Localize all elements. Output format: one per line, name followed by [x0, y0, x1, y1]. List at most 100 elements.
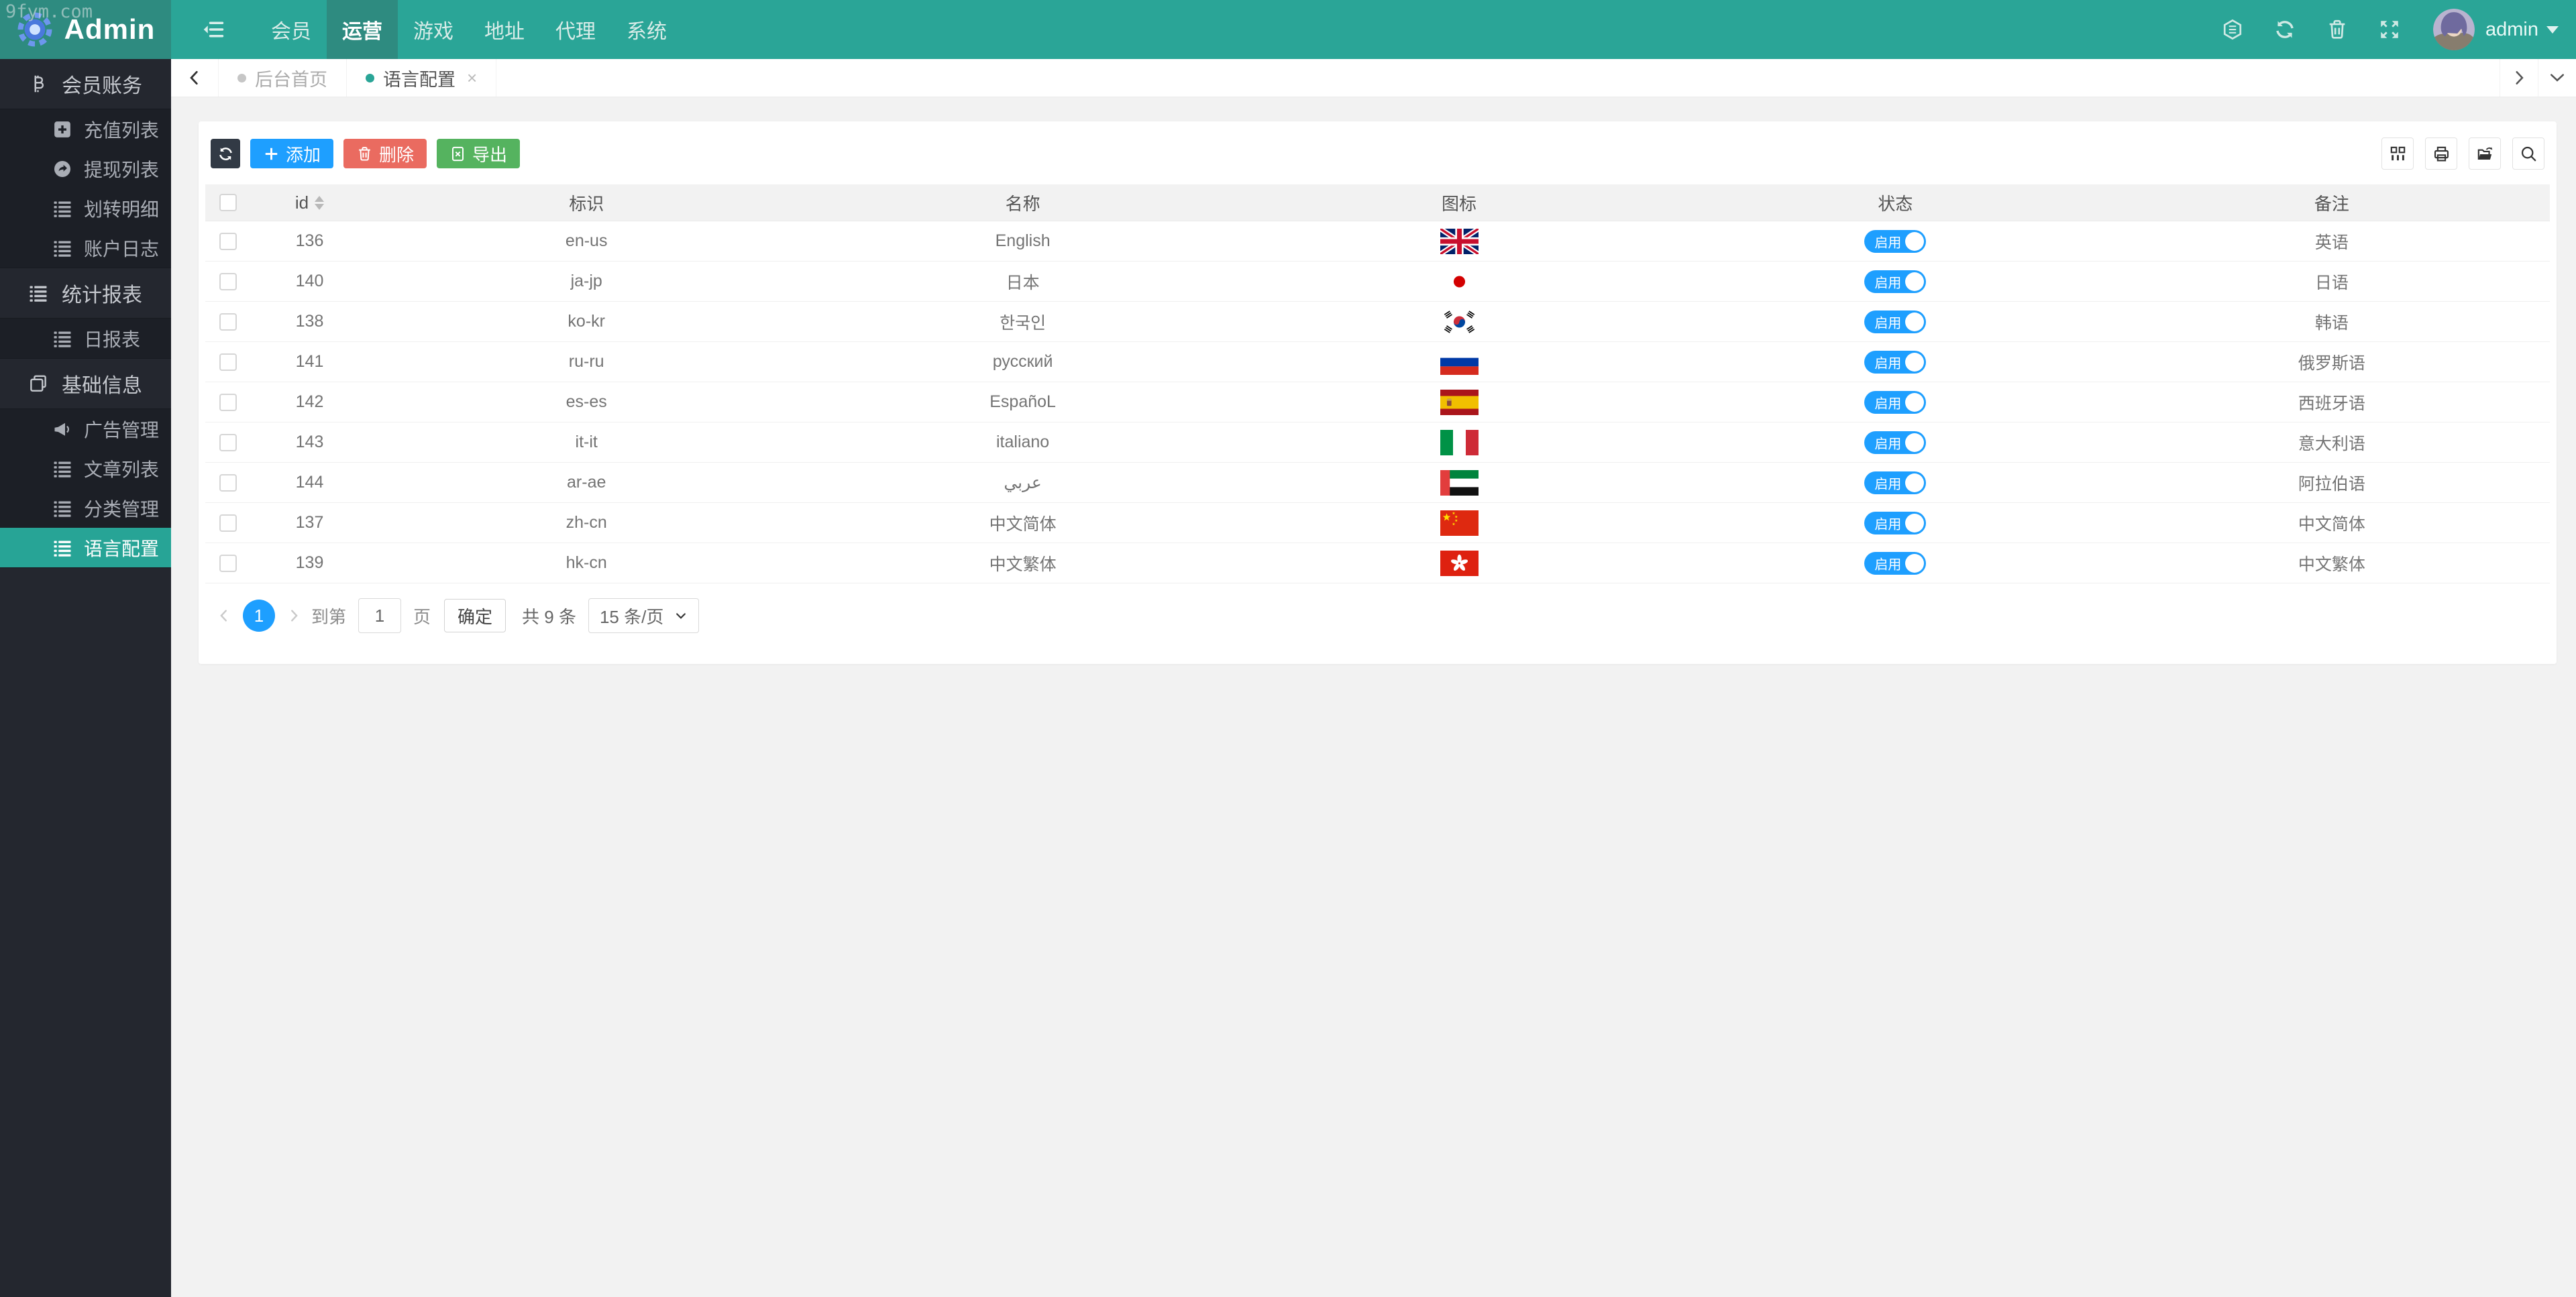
export-button[interactable]: 导出: [437, 139, 521, 168]
top-nav-item-1[interactable]: 运营: [327, 0, 398, 59]
top-nav-item-2[interactable]: 游戏: [398, 0, 469, 59]
row-checkbox[interactable]: [219, 313, 237, 331]
next-page-button[interactable]: [280, 600, 307, 632]
goto-confirm-button[interactable]: 确定: [444, 599, 506, 632]
sidebar-item-label: 语言配置: [84, 538, 160, 559]
megaphone-icon: [52, 419, 72, 439]
add-button[interactable]: 添加: [250, 139, 334, 168]
table-card: 添加 删除 导出 id 标识 名称 图标 状态 备注 136 en-us English 启用 英语 1…: [199, 121, 2557, 664]
cell-code: es-es: [566, 392, 607, 411]
avatar[interactable]: [2433, 9, 2475, 50]
sidebar-item[interactable]: 语言配置: [0, 528, 171, 567]
top-nav-item-3[interactable]: 地址: [469, 0, 540, 59]
sidebar-item[interactable]: 分类管理: [0, 488, 171, 528]
status-toggle[interactable]: 启用: [1864, 270, 1927, 293]
cell-name: 한국인: [1000, 313, 1046, 333]
row-checkbox[interactable]: [219, 353, 237, 371]
sidebar-item-label: 账户日志: [84, 238, 160, 260]
honeycomb-icon[interactable]: [2206, 18, 2259, 41]
tabs-scroll-right-icon[interactable]: [2500, 59, 2538, 97]
brand-logo: Admin: [0, 0, 171, 59]
delete-button[interactable]: 删除: [343, 139, 427, 168]
column-header-id[interactable]: id: [251, 192, 368, 213]
tab-1[interactable]: 语言配置 ×: [347, 59, 497, 97]
row-checkbox[interactable]: [219, 554, 237, 572]
list-icon: [28, 283, 48, 303]
list-icon: [52, 498, 72, 518]
status-toggle[interactable]: 启用: [1864, 551, 1927, 575]
status-toggle[interactable]: 启用: [1864, 350, 1927, 374]
row-checkbox[interactable]: [219, 514, 237, 532]
status-toggle[interactable]: 启用: [1864, 431, 1927, 454]
list-icon: [52, 538, 72, 558]
brand-name: Admin: [64, 13, 156, 45]
flag-it-icon: [1440, 429, 1479, 455]
menu-fold-icon[interactable]: [171, 0, 256, 59]
row-checkbox[interactable]: [219, 393, 237, 411]
select-all-checkbox[interactable]: [219, 194, 237, 211]
cell-remark: 中文繁体: [2298, 555, 2365, 574]
row-checkbox[interactable]: [219, 232, 237, 250]
sidebar-item[interactable]: 账户日志: [0, 228, 171, 268]
list-icon: [52, 459, 72, 479]
status-toggle[interactable]: 启用: [1864, 310, 1927, 333]
refresh-icon[interactable]: [2259, 18, 2311, 41]
current-page-button[interactable]: 1: [243, 600, 275, 632]
table-body: 136 en-us English 启用 英语 140 ja-jp 日本 启用 日语 138 ko-k…: [205, 221, 2550, 583]
sidebar-group-header-0[interactable]: 会员账务: [0, 59, 171, 109]
cell-id: 138: [295, 312, 324, 331]
sidebar-item[interactable]: 文章列表: [0, 449, 171, 488]
button-label: 导出: [472, 144, 508, 165]
export-icon[interactable]: [2469, 137, 2501, 170]
sidebar-item[interactable]: 充值列表: [0, 109, 171, 149]
toggle-label: 启用: [1874, 477, 1902, 492]
page-size-select[interactable]: 15 条/页: [588, 598, 700, 633]
plus-square-icon: [52, 119, 72, 139]
toggle-knob: [1905, 553, 1925, 573]
cell-id: 141: [295, 352, 324, 371]
sidebar-item[interactable]: 广告管理: [0, 409, 171, 449]
toggle-label: 启用: [1874, 517, 1902, 532]
fullscreen-icon[interactable]: [2363, 18, 2416, 41]
table-row: 136 en-us English 启用 英语: [205, 221, 2550, 262]
refresh-button[interactable]: [211, 139, 240, 168]
top-nav-item-0[interactable]: 会员: [256, 0, 327, 59]
trash-icon[interactable]: [2311, 18, 2363, 41]
tab-0[interactable]: 后台首页: [219, 59, 347, 97]
sidebar-item[interactable]: 划转明细: [0, 188, 171, 228]
top-nav-item-4[interactable]: 代理: [540, 0, 611, 59]
table-row: 143 it-it italiano 启用 意大利语: [205, 422, 2550, 463]
search-icon[interactable]: [2512, 137, 2544, 170]
top-nav-item-5[interactable]: 系统: [611, 0, 682, 59]
row-checkbox[interactable]: [219, 272, 237, 290]
filter-columns-icon[interactable]: [2381, 137, 2414, 170]
status-toggle[interactable]: 启用: [1864, 229, 1927, 253]
sidebar-group-header-2[interactable]: 基础信息: [0, 359, 171, 408]
sidebar-item[interactable]: 日报表: [0, 319, 171, 358]
row-checkbox[interactable]: [219, 473, 237, 492]
username: admin: [2485, 18, 2538, 40]
row-checkbox[interactable]: [219, 433, 237, 451]
button-label: 删除: [379, 144, 415, 165]
status-toggle[interactable]: 启用: [1864, 390, 1927, 414]
goto-page-input[interactable]: [358, 598, 402, 633]
sidebar-item-label: 充值列表: [84, 119, 160, 141]
cell-name: 日本: [1006, 273, 1040, 292]
tab-close-icon[interactable]: ×: [467, 68, 477, 89]
status-toggle[interactable]: 启用: [1864, 511, 1927, 534]
share-icon: [52, 159, 72, 179]
flag-ae-icon: [1440, 469, 1479, 496]
status-toggle[interactable]: 启用: [1864, 471, 1927, 494]
column-header: 标识: [569, 193, 604, 214]
cell-code: hk-cn: [566, 553, 607, 572]
sidebar-item[interactable]: 提现列表: [0, 149, 171, 188]
print-icon[interactable]: [2425, 137, 2457, 170]
tabs-scroll-left-icon[interactable]: [171, 59, 219, 97]
tabs-menu-icon[interactable]: [2538, 59, 2576, 97]
button-label: 添加: [286, 144, 321, 165]
user-menu[interactable]: admin: [2485, 19, 2559, 41]
sort-icon[interactable]: [315, 195, 325, 210]
prev-page-button[interactable]: [211, 600, 237, 632]
sidebar-group-header-1[interactable]: 统计报表: [0, 268, 171, 318]
page-size-value: 15 条/页: [599, 606, 664, 627]
